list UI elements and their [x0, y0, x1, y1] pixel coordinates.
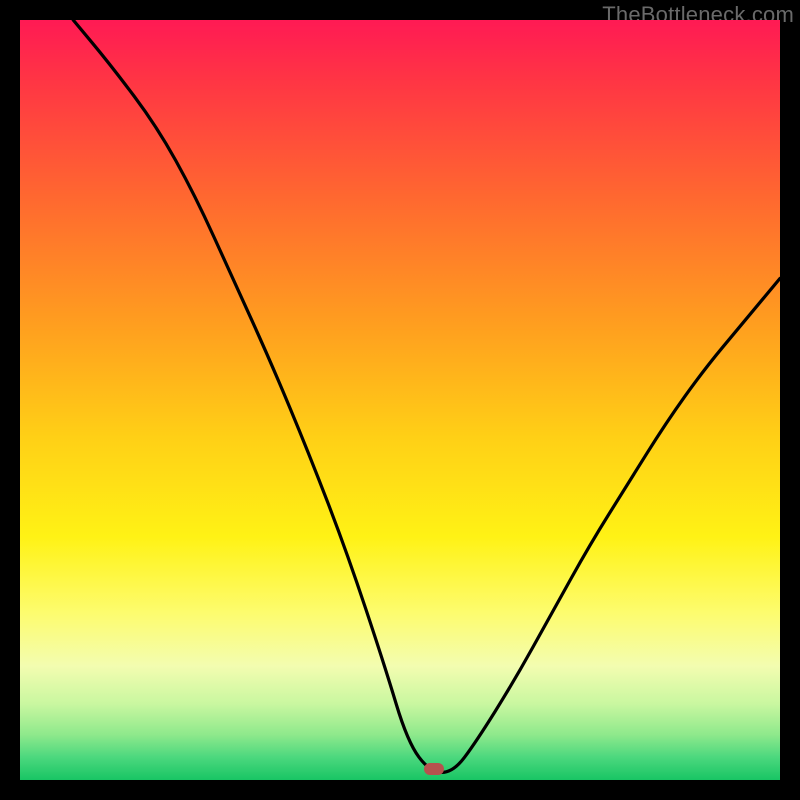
- chart-frame: [20, 20, 780, 780]
- bottleneck-curve: [20, 20, 780, 780]
- chart-plot-area: [20, 20, 780, 780]
- optimum-marker: [424, 763, 444, 775]
